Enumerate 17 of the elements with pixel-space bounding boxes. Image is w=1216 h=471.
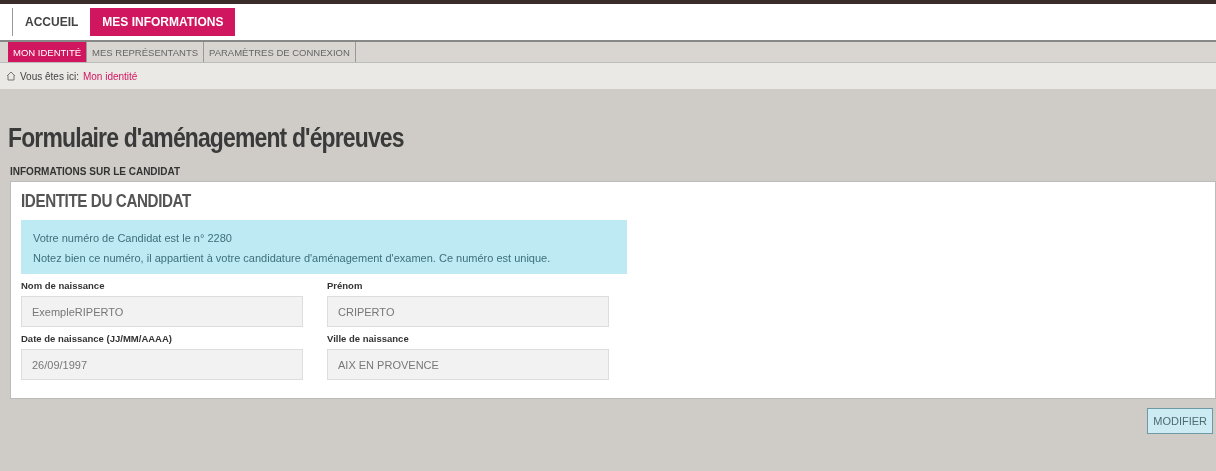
sub-nav-tab[interactable]: MON IDENTITÉ [8,42,88,62]
page-title: Formulaire d'aménagement d'épreuves [8,123,404,154]
section-label: INFORMATIONS SUR LE CANDIDAT [10,166,182,177]
breadcrumb-link[interactable]: Mon identité [82,70,138,82]
home-icon [6,71,16,81]
breadcrumb-prefix: Vous êtes ici: [20,70,79,82]
notice-text: Votre numéro de Candidat est le n° 2280 [33,232,233,244]
field-label: Ville de naissance [327,333,410,344]
field-label: Nom de naissance [21,280,106,291]
field-label: Prénom [327,280,364,291]
card-title: IDENTITE DU CANDIDAT [21,190,191,212]
field-label: Date de naissance (JJ/MM/AAAA) [21,333,173,344]
sub-nav-tab[interactable]: PARAMÈTRES DE CONNEXION [204,42,356,62]
sub-nav-tab[interactable]: MES REPRÉSENTANTS [87,42,205,62]
modify-button[interactable]: MODIFIER [1147,408,1213,434]
nav-tab[interactable]: MES INFORMATIONS [90,8,236,36]
notice-text: Notez bien ce numéro, il appartient à votre candidature d'aménagement d'examen. Ce numéro est unique. [33,252,552,264]
